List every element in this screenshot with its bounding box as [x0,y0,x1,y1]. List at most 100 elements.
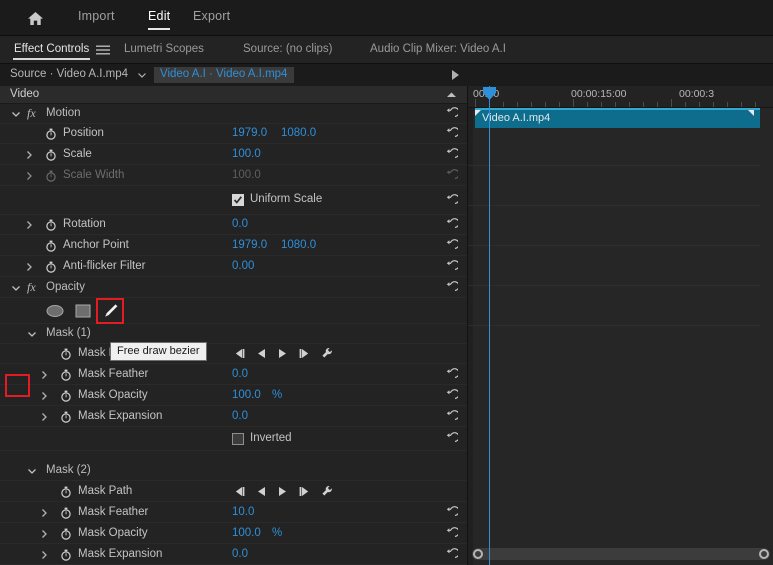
property-position[interactable]: Position 1979.0 1080.0 [0,124,467,144]
reset-icon[interactable] [444,432,458,446]
wrench-icon[interactable] [321,485,333,500]
reset-icon[interactable] [444,218,458,232]
stopwatch-icon[interactable] [60,369,72,381]
property-scale-value[interactable]: 100.0 [232,148,261,160]
property-mask-expansion-2-value[interactable]: 0.0 [232,548,248,560]
chevron-right-icon[interactable] [39,412,49,422]
property-mask-opacity-2[interactable]: Mask Opacity 100.0 % [0,524,467,544]
property-scale[interactable]: Scale 100.0 [0,145,467,165]
breadcrumb-sequence-label[interactable]: Video A.I · Video A.I.mp4 [154,67,294,83]
reset-icon[interactable] [444,239,458,253]
stopwatch-icon[interactable] [60,507,72,519]
property-anchor-point-value-y[interactable]: 1080.0 [281,239,316,251]
property-rotation[interactable]: Rotation 0.0 [0,215,467,235]
stopwatch-icon[interactable] [45,261,57,273]
rectangle-mask-tool[interactable] [74,303,92,319]
stopwatch-icon[interactable] [45,128,57,140]
home-icon[interactable] [24,8,46,28]
effect-group-opacity[interactable]: fx Opacity [0,278,467,298]
play-icon[interactable] [277,486,288,500]
ellipse-mask-tool[interactable] [46,303,64,319]
reset-icon[interactable] [444,410,458,424]
timeline-ruler[interactable]: 00:00 00:00:15:00 00:00:3 [468,86,773,108]
reset-icon[interactable] [444,527,458,541]
property-mask-opacity-2-value[interactable]: 100.0 [232,527,261,539]
step-back-icon[interactable] [256,348,267,362]
property-inverted-1[interactable]: Inverted [0,428,467,451]
property-anti-flicker-filter[interactable]: Anti-flicker Filter 0.00 [0,257,467,277]
property-mask-feather-1[interactable]: Mask Feather 0.0 [0,365,467,385]
chevron-down-icon[interactable] [27,329,37,339]
top-nav-import[interactable]: Import [78,9,115,23]
play-icon[interactable] [277,348,288,362]
chevron-right-icon[interactable] [24,171,34,181]
tab-audio-clip-mixer[interactable]: Audio Clip Mixer: Video A.I [370,43,506,55]
timeline-clip[interactable]: Video A.I.mp4 [475,108,760,128]
chevron-right-icon[interactable] [24,220,34,230]
chevron-right-icon[interactable] [39,391,49,401]
scroll-handle-right[interactable] [759,549,769,559]
chevron-down-icon[interactable] [136,69,148,81]
chevron-right-icon[interactable] [39,508,49,518]
timeline-horizontal-scrollbar[interactable] [472,548,770,560]
chevron-right-icon[interactable] [24,262,34,272]
go-to-previous-keyframe-icon[interactable] [233,486,246,500]
chevron-right-icon[interactable] [39,529,49,539]
property-mask-expansion-1-value[interactable]: 0.0 [232,410,248,422]
chevron-down-icon[interactable] [11,109,21,119]
step-forward-icon[interactable] [298,348,311,362]
mask-group-2[interactable]: Mask (2) [0,461,467,481]
reset-icon[interactable] [444,107,458,121]
go-to-previous-keyframe-icon[interactable] [233,348,246,362]
effect-group-motion[interactable]: fx Motion [0,104,467,124]
chevron-right-icon[interactable] [24,150,34,160]
property-mask-opacity-1-value[interactable]: 100.0 [232,389,261,401]
hamburger-menu-icon[interactable] [96,45,110,55]
play-arrow-icon[interactable] [450,69,460,81]
timeline-lane[interactable] [468,206,760,246]
scroll-handle-left[interactable] [473,549,483,559]
chevron-right-icon[interactable] [39,370,49,380]
stopwatch-icon[interactable] [45,219,57,231]
property-uniform-scale[interactable]: Uniform Scale [0,187,467,215]
property-mask-expansion-1[interactable]: Mask Expansion 0.0 [0,407,467,427]
stopwatch-icon[interactable] [60,549,72,561]
tab-effect-controls[interactable]: Effect Controls [14,43,89,55]
property-position-value-x[interactable]: 1979.0 [232,127,267,139]
reset-icon[interactable] [444,260,458,274]
step-back-icon[interactable] [256,486,267,500]
reset-icon[interactable] [444,389,458,403]
playhead-marker[interactable] [482,86,497,101]
stopwatch-icon[interactable] [45,240,57,252]
property-anti-flicker-filter-value[interactable]: 0.00 [232,260,254,272]
chevron-up-icon[interactable] [446,90,457,102]
stopwatch-icon[interactable] [60,486,72,498]
playhead[interactable] [489,86,490,565]
chevron-down-icon[interactable] [11,283,21,293]
chevron-down-icon[interactable] [27,466,37,476]
property-mask-feather-2-value[interactable]: 10.0 [232,506,254,518]
inverted-checkbox[interactable] [232,433,244,445]
reset-icon[interactable] [444,148,458,162]
reset-icon[interactable] [444,127,458,141]
property-rotation-value[interactable]: 0.0 [232,218,248,230]
property-mask-feather-2[interactable]: Mask Feather 10.0 [0,503,467,523]
reset-icon[interactable] [444,548,458,562]
stopwatch-icon[interactable] [60,390,72,402]
reset-icon[interactable] [444,368,458,382]
uniform-scale-checkbox[interactable] [232,194,244,206]
mask-group-1[interactable]: Mask (1) [0,324,467,344]
stopwatch-icon[interactable] [60,528,72,540]
stopwatch-icon[interactable] [45,149,57,161]
property-mask-path-2[interactable]: Mask Path [0,482,467,502]
property-mask-feather-1-value[interactable]: 0.0 [232,368,248,380]
reset-icon[interactable] [444,506,458,520]
property-mask-opacity-1[interactable]: Mask Opacity 100.0 % [0,386,467,406]
property-anchor-point[interactable]: Anchor Point 1979.0 1080.0 [0,236,467,256]
stopwatch-icon[interactable] [60,348,72,360]
reset-icon[interactable] [444,194,458,208]
top-nav-edit[interactable]: Edit [148,9,170,23]
tab-lumetri-scopes[interactable]: Lumetri Scopes [124,43,204,55]
wrench-icon[interactable] [321,347,333,362]
chevron-right-icon[interactable] [39,550,49,560]
